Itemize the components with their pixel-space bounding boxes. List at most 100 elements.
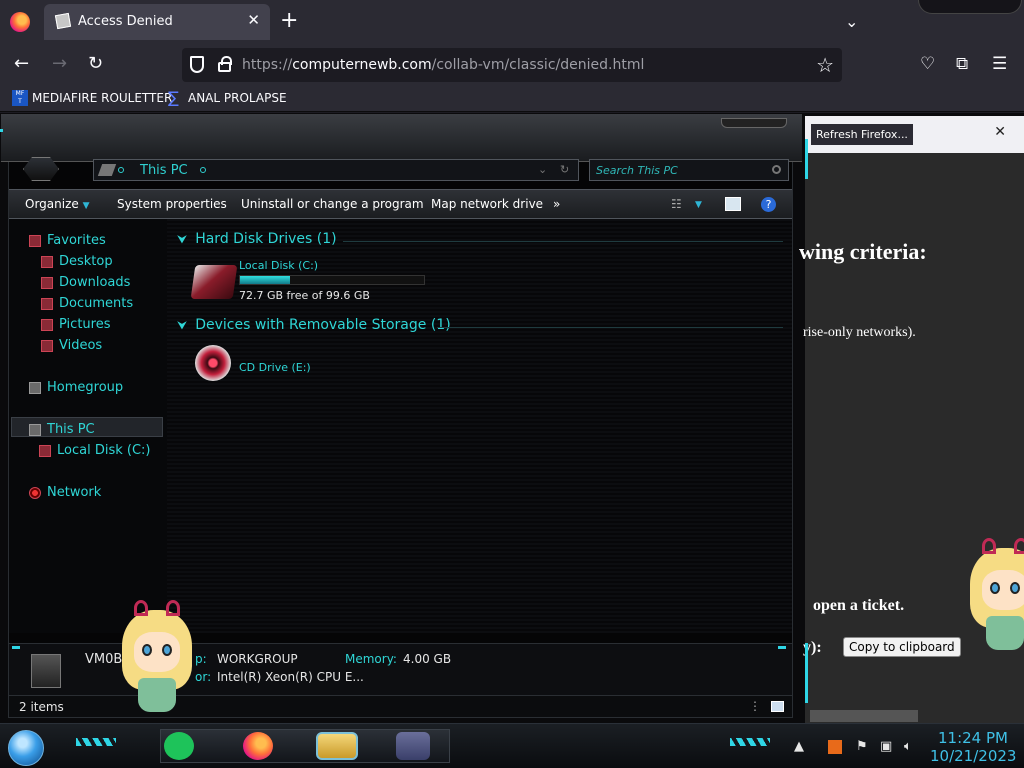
homegroup-icon <box>29 381 41 394</box>
refresh-icon[interactable]: ↻ <box>560 163 569 176</box>
breadcrumb-separator-icon[interactable] <box>118 167 124 173</box>
nav-desktop[interactable]: Desktop <box>41 254 113 269</box>
show-hidden-icons-icon[interactable]: ▲ <box>794 740 808 754</box>
url-scheme: https:// <box>242 57 293 73</box>
item-count: 2 items <box>19 700 64 714</box>
preview-pane-icon[interactable] <box>725 197 741 211</box>
file-explorer-taskbar-icon[interactable] <box>316 732 358 760</box>
organize-label: Organize <box>25 197 79 211</box>
breadcrumb-separator-icon[interactable] <box>200 167 206 173</box>
tab-title: Access Denied <box>78 14 173 29</box>
view-dropdown-icon[interactable]: ▼ <box>695 200 711 214</box>
tab-favicon-icon <box>54 12 72 30</box>
sticker-eye <box>162 644 172 656</box>
url-path: /collab-vm/classic/denied.html <box>431 57 645 73</box>
close-icon[interactable]: ✕ <box>994 124 1006 140</box>
more-commands-button[interactable]: » <box>553 197 560 211</box>
search-icon[interactable] <box>772 165 781 174</box>
address-dropdown-icon[interactable]: ⌄ <box>538 163 547 176</box>
action-center-flag-icon[interactable]: ⚑ <box>856 740 870 754</box>
start-button[interactable] <box>8 730 44 766</box>
chevron-down-icon: ⮟ <box>177 231 188 246</box>
nav-local-disk[interactable]: Local Disk (C:) <box>39 443 150 458</box>
downloads-icon <box>41 276 53 289</box>
chevron-down-icon: ⮟ <box>177 317 188 332</box>
refresh-firefox-button[interactable]: Refresh Firefox... <box>811 124 913 145</box>
help-icon[interactable]: ? <box>761 197 776 212</box>
webpage-scrollbar[interactable] <box>810 710 918 722</box>
drive-e-name[interactable]: CD Drive (E:) <box>239 361 311 374</box>
organize-button[interactable]: Organize ▼ <box>25 197 90 211</box>
lock-icon[interactable] <box>218 56 232 72</box>
nav-label: Homegroup <box>47 380 124 395</box>
forward-arrow-icon[interactable]: → <box>52 54 67 74</box>
firefox-taskbar-icon[interactable] <box>243 732 273 760</box>
network-icon <box>29 486 41 499</box>
nav-homegroup[interactable]: Homegroup <box>29 380 123 395</box>
nav-documents[interactable]: Documents <box>41 296 133 311</box>
group-hard-disk-drives[interactable]: ⮟ Hard Disk Drives (1) <box>177 231 337 247</box>
change-view-icon[interactable]: ☷ <box>671 197 687 211</box>
list-all-tabs-icon[interactable]: ⌄ <box>845 12 858 31</box>
nav-pictures[interactable]: Pictures <box>41 317 110 332</box>
drive-c-usage-bar <box>239 275 425 285</box>
copy-to-clipboard-button[interactable]: Copy to clipboard <box>843 637 961 657</box>
search-box[interactable]: Search This PC <box>589 159 789 181</box>
system-clock[interactable]: 11:24 PM 10/21/2023 <box>930 729 1016 765</box>
group-divider <box>343 241 783 242</box>
nav-label: This PC <box>47 422 95 437</box>
volume-icon[interactable]: 🔈︎ <box>904 740 918 754</box>
bookmark-star-icon[interactable]: ☆ <box>816 53 834 77</box>
menu-hamburger-icon[interactable]: ☰ <box>992 54 1007 74</box>
nav-favorites[interactable]: Favorites <box>29 233 106 248</box>
sticker-horn <box>166 600 180 616</box>
back-arrow-icon[interactable]: ← <box>14 54 29 74</box>
command-bar: Organize ▼ System properties Uninstall o… <box>9 189 792 219</box>
sticker-face <box>134 632 180 672</box>
nav-this-pc[interactable]: This PC <box>29 422 95 437</box>
clock-time: 11:24 PM <box>938 729 1008 747</box>
url-bar[interactable]: https://computernewb.com/collab-vm/class… <box>182 48 842 82</box>
hard-drive-icon[interactable] <box>190 265 238 299</box>
nav-downloads[interactable]: Downloads <box>41 275 130 290</box>
webpage-text-fragment: rise-only networks). <box>803 325 916 340</box>
workgroup-value: WORKGROUP <box>217 652 298 666</box>
map-network-drive-button[interactable]: Map network drive <box>431 197 543 211</box>
vm-desktop: Refresh Firefox... ✕ wing criteria: rise… <box>0 113 1024 768</box>
notes-app-icon[interactable] <box>164 732 194 760</box>
url-host: computernewb.com <box>292 57 432 73</box>
star-character-sticker <box>112 600 202 720</box>
nav-network[interactable]: Network <box>29 485 101 500</box>
app-tray-icon[interactable] <box>828 740 842 754</box>
extensions-icon[interactable]: ⧉ <box>956 54 968 74</box>
url-text[interactable]: https://computernewb.com/collab-vm/class… <box>242 57 644 73</box>
new-tab-button[interactable]: + <box>280 10 298 32</box>
large-icons-view-icon[interactable] <box>771 701 784 712</box>
browser-nav-bar: ← → ↻ https://computernewb.com/collab-vm… <box>0 44 1024 86</box>
system-properties-button[interactable]: System properties <box>117 197 227 211</box>
bookmark-second[interactable]: ∑ ANAL PROLAPSE <box>168 90 287 106</box>
drive-c-name[interactable]: Local Disk (C:) <box>239 259 318 272</box>
drive-c-free-space: 72.7 GB free of 99.6 GB <box>239 289 370 302</box>
clock-date: 10/21/2023 <box>930 747 1017 765</box>
details-view-icon[interactable]: ⋮ <box>749 699 761 713</box>
group-removable-storage[interactable]: ⮟ Devices with Removable Storage (1) <box>177 317 451 333</box>
address-bar[interactable]: This PC ⌄ ↻ <box>93 159 579 181</box>
control-panel-taskbar-icon[interactable] <box>396 732 430 760</box>
tracking-protection-shield-icon[interactable] <box>190 56 204 73</box>
uninstall-program-button[interactable]: Uninstall or change a program <box>241 197 424 211</box>
reload-icon[interactable]: ↻ <box>88 54 103 74</box>
firefox-icon[interactable] <box>10 12 30 32</box>
cd-drive-icon[interactable] <box>195 345 231 381</box>
pocket-icon[interactable]: ♡ <box>920 54 935 74</box>
network-tray-icon[interactable]: ▣ <box>880 740 894 754</box>
frame-accent <box>0 129 3 132</box>
sticker-horn <box>982 538 996 554</box>
desktop-icon <box>41 255 53 268</box>
nav-videos[interactable]: Videos <box>41 338 102 353</box>
address-text: This PC <box>140 163 188 178</box>
tab-close-icon[interactable]: ✕ <box>247 11 260 29</box>
tab-access-denied[interactable]: Access Denied ✕ <box>44 4 270 40</box>
star-character-sticker <box>960 538 1024 658</box>
bookmark-mediafire[interactable]: MF T MEDIAFIRE ROULETTER <box>12 90 172 106</box>
